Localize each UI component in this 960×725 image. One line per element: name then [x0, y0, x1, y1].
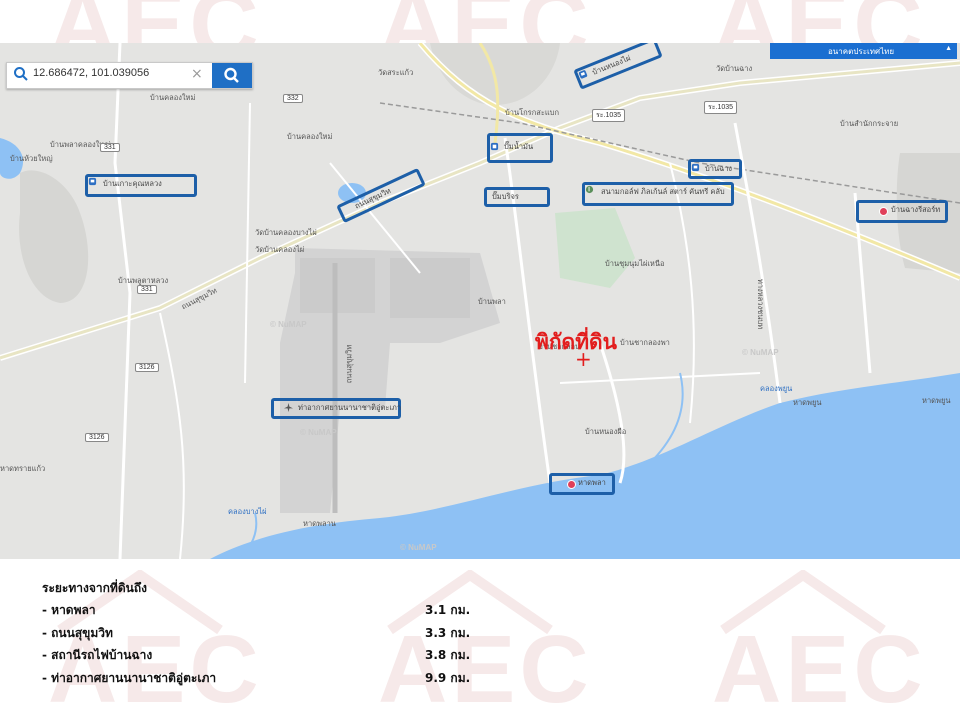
bus-stop-icon — [578, 70, 588, 79]
map-label: บ้านชุมนุมไผ่เหนือ — [605, 259, 665, 268]
map-label: บ้านหนองผือ — [585, 427, 627, 436]
pin-icon — [879, 207, 888, 216]
road-shield: ระ.1035 — [704, 101, 738, 114]
place-label: บ้านฉาง — [705, 164, 733, 173]
map-label: วัดบ้านคลองไผ่ — [255, 245, 305, 254]
distance-value: 3.1 กม. — [425, 603, 471, 617]
region-select-label: อนาคตประเทศไทย — [828, 47, 895, 56]
road-shield: 331 — [137, 285, 157, 294]
map-label: บ้านชากลองพา — [620, 338, 670, 347]
map-brand: © NuMAP — [270, 320, 307, 329]
distance-value: 3.8 กม. — [425, 648, 471, 662]
map-label: คลองพยูน — [760, 384, 793, 393]
aec-house-watermark — [720, 570, 886, 635]
place-fuel-station-1[interactable]: ปั๊มน้ำมัน — [487, 133, 553, 163]
road-shield: 331 — [100, 143, 120, 152]
place-label: ปั๊มบริจร — [492, 192, 519, 201]
map-brand: © NuMAP — [300, 428, 337, 437]
place-u-tapao-airport[interactable]: ท่าอากาศยานนานาชาติอู่ตะเภา — [271, 398, 401, 419]
golf-icon — [585, 185, 594, 194]
bus-stop-icon — [88, 177, 97, 186]
place-label: สนามกอล์ฟ ภิลเก้นล์ สตาร์ คันทรี คลับ — [601, 187, 725, 196]
map-label: หาดทรายแก้ว — [0, 464, 46, 473]
map-view[interactable]: บ้านห้วยใหญ่ วัดสระแก้ว บ้านคลองใหม่ บ้า… — [0, 43, 960, 559]
map-label: บ้านโกรกสะแบก — [505, 108, 559, 117]
place-nong-makham[interactable]: สนามกอล์ฟ ภิลเก้นล์ สตาร์ คันทรี คลับ — [582, 182, 734, 206]
road-shield: 332 — [283, 94, 303, 103]
road-shield: 3126 — [85, 433, 109, 442]
map-label: วัดสระแก้ว — [378, 68, 414, 77]
place-label: ปั๊มน้ำมัน — [504, 142, 534, 151]
map-label: บ้านพลา — [478, 297, 506, 306]
map-label: วัดบ้านฉาง — [716, 64, 753, 73]
region-select[interactable]: อนาคตประเทศไทย ▲ — [770, 43, 957, 59]
land-location-marker: + — [575, 347, 592, 371]
map-label: วัดบ้านคลองบางไผ่ — [255, 228, 317, 237]
fuel-icon — [490, 142, 499, 151]
airplane-icon — [284, 403, 293, 412]
search-input[interactable]: 12.686472, 101.039056 — [33, 67, 149, 79]
place-label: หาดพลา — [578, 478, 606, 487]
search-button[interactable] — [212, 63, 252, 88]
map-label: บ้านสำนักกระจาย — [840, 119, 899, 128]
distance-place: - ถนนสุขุมวิท — [42, 626, 113, 640]
road-shield: 3126 — [135, 363, 159, 372]
search-icon — [14, 67, 28, 81]
distance-value: 9.9 กม. — [425, 671, 471, 685]
place-label: ท่าอากาศยานนานาชาติอู่ตะเภา — [298, 403, 402, 412]
bus-stop-icon — [691, 163, 700, 172]
clear-icon[interactable]: × — [191, 66, 203, 82]
place-hat-phla[interactable]: หาดพลา — [549, 473, 615, 495]
distance-place: - หาดพลา — [42, 603, 96, 617]
map-label: บ้านห้วยใหญ่ — [10, 154, 53, 163]
map-label: หาดพยูน — [793, 398, 822, 407]
place-label: บ้านเกาะคุณหลวง — [103, 179, 162, 188]
search-icon — [224, 67, 239, 83]
map-label: บ้านคลองใหม่ — [150, 93, 196, 102]
distance-title: ระยะทางจากที่ดินถึง — [42, 581, 147, 595]
place-ban-ko-khun-luang[interactable]: บ้านเกาะคุณหลวง — [85, 174, 197, 197]
search-bar: 12.686472, 101.039056 × — [6, 62, 253, 89]
distance-place: - ท่าอากาศยานนานาชาติอู่ตะเภา — [42, 671, 217, 685]
road-shield: ระ.1035 — [592, 109, 626, 122]
distance-place: - สถานีรถไฟบ้านฉาง — [42, 648, 153, 662]
pin-icon — [567, 480, 576, 489]
map-brand: © NuMAP — [742, 348, 779, 357]
place-ban-chang[interactable]: บ้านฉาง — [688, 159, 742, 179]
map-label: หาดพยูน — [922, 396, 951, 405]
chevron-icon: ▲ — [945, 45, 952, 52]
place-ban-chang-resort[interactable]: บ้านฉางรีสอร์ท — [856, 200, 948, 223]
map-brand: © NuMAP — [400, 543, 437, 552]
distance-value: 3.3 กม. — [425, 626, 471, 640]
map-label: ถนนสุขุมวิท — [344, 344, 354, 384]
map-label: หาดพลาน — [303, 519, 336, 528]
place-fuel-station-2[interactable]: ปั๊มบริจร — [484, 187, 550, 207]
map-label: คลองบางไผ่ — [228, 507, 267, 516]
map-label: บ้านคลองใหม่ — [287, 132, 333, 141]
map-label: ทางหลวงชนบท — [756, 278, 766, 330]
place-label: บ้านฉางรีสอร์ท — [891, 205, 941, 214]
